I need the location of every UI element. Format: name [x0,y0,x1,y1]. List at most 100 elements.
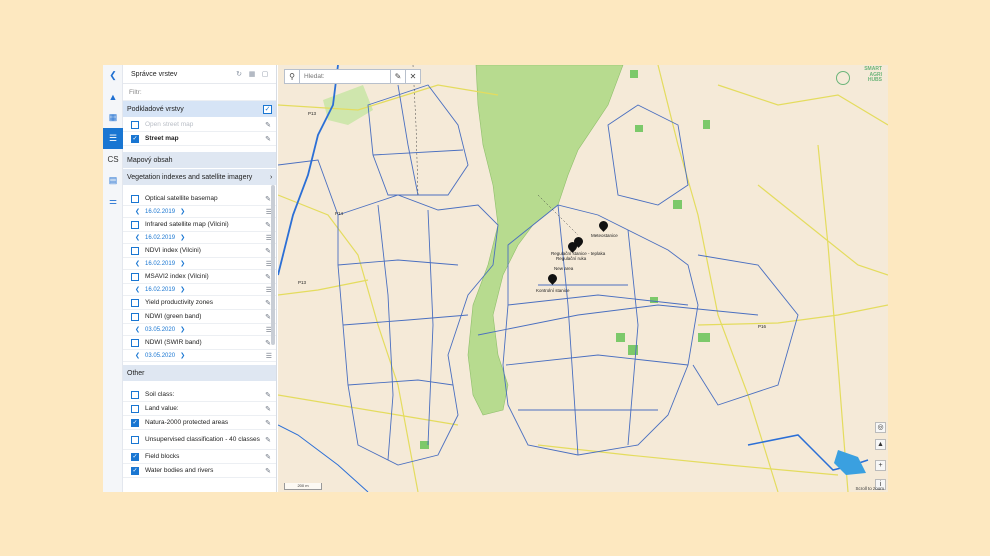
road-label: P13 [298,280,307,285]
pen-icon[interactable]: ✎ [390,69,405,84]
layer-row[interactable]: ✓ Field blocks ✎ [123,450,276,464]
map-label: New area [554,266,574,271]
print-icon[interactable]: ▦ [103,107,123,128]
chevron-left-icon[interactable]: ❮ [135,352,140,359]
date-selector[interactable]: ❮ 16.02.2019 ❯ ☰ [123,284,276,296]
app-window: ❮ ▲ ▦ ☰ CS ▤ ⚌ Správce vrstev ↻ ▦ ▢ Filt… [103,65,888,492]
road-label: P14 [335,211,344,216]
chevron-right-icon[interactable]: ❯ [180,286,185,293]
grid-icon[interactable]: ▦ [247,70,257,78]
edit-icon[interactable]: ✎ [264,419,272,427]
map-canvas[interactable]: Meteostanice Regulační stanice - teplaka… [278,65,888,492]
layer-manager-panel: Správce vrstev ↻ ▦ ▢ Filtr: Podkladové v… [123,65,277,492]
edit-icon[interactable]: ✎ [264,405,272,413]
date-selector[interactable]: ❮ 03.05.2020 ❯ ☰ [123,350,276,362]
layer-row[interactable]: Yield productivity zones ✎ [123,296,276,310]
map-search: ⚲ ✎ ✕ [284,69,421,84]
chevron-right-icon: › [270,173,273,181]
date-selector[interactable]: ❮ 16.02.2019 ❯ ☰ [123,206,276,218]
panel-title: Správce vrstev [131,70,178,78]
chevron-left-icon[interactable]: ❮ [135,286,140,293]
layer-row[interactable]: Land value: ✎ [123,402,276,416]
refresh-icon[interactable]: ↻ [234,70,244,78]
layer-checkbox[interactable] [131,404,139,413]
layer-row[interactable]: NDWI (green band) ✎ [123,310,276,324]
layer-row[interactable]: NDVI index (Vilcini) ✎ [123,244,276,258]
measure-icon[interactable]: ▲ [103,86,123,107]
tool-rail: ❮ ▲ ▦ ☰ CS ▤ ⚌ [103,65,123,492]
menu-icon[interactable]: ⚌ [103,191,123,212]
layers-icon[interactable]: ☰ [103,128,123,149]
section-other[interactable]: Other [123,365,276,382]
layer-row[interactable]: ✓ Water bodies and rivers ✎ [123,464,276,478]
language-button[interactable]: CS [103,149,123,170]
layer-checkbox[interactable] [131,194,139,203]
chevron-left-icon[interactable]: ❮ [135,208,140,215]
brand-logo: SMART AGRI HUBS [832,66,882,93]
edit-icon[interactable]: ✎ [264,453,272,461]
layer-row[interactable]: Unsupervised classification - 40 classes… [123,430,276,450]
layer-row[interactable]: ✓ Street map ✎ [123,132,276,146]
layer-checkbox[interactable]: ✓ [131,418,139,427]
section-vegetation[interactable]: Vegetation indexes and satellite imagery… [123,169,276,186]
chevron-right-icon[interactable]: ❯ [180,260,185,267]
edit-icon[interactable]: ✎ [264,467,272,475]
collapse-chevron-icon[interactable]: ❮ [103,65,123,86]
layer-row[interactable]: NDWI (SWIR band) ✎ [123,336,276,350]
layer-row[interactable]: Optical satellite basemap ✎ [123,192,276,206]
layer-row[interactable]: Open street map ✎ [123,118,276,132]
layer-checkbox[interactable] [131,298,139,307]
layer-checkbox[interactable] [131,246,139,255]
section-base-layers[interactable]: Podkladové vrstvy ✓ [123,101,276,118]
date-selector[interactable]: ❮ 16.02.2019 ❯ ☰ [123,232,276,244]
panel-header: Správce vrstev ↻ ▦ ▢ [123,65,276,84]
layer-row[interactable]: Infrared satellite map (Vilcini) ✎ [123,218,276,232]
edit-icon[interactable]: ✎ [264,121,272,129]
layer-row[interactable]: ✓ Natura-2000 protected areas ✎ [123,416,276,430]
date-selector[interactable]: ❮ 03.05.2020 ❯ ☰ [123,324,276,336]
search-input[interactable] [300,70,390,83]
map-label: Meteostanice [591,233,618,238]
layer-checkbox[interactable] [131,390,139,399]
export-icon[interactable]: ▢ [260,70,270,78]
scale-bar: 200 m [284,483,322,490]
layer-checkbox[interactable] [131,120,139,129]
map-label: Regulační ruka [556,256,587,261]
layer-checkbox[interactable] [131,338,139,347]
map-graphic [278,65,888,492]
map-label: Kontrolní stanice [536,288,570,293]
section-map-content[interactable]: Mapový obsah [123,152,276,169]
layer-checkbox[interactable] [131,435,139,444]
edit-icon[interactable]: ✎ [264,436,272,444]
zoom-in-icon[interactable]: + [875,460,886,471]
list-icon[interactable]: ☰ [266,352,272,360]
locate-icon[interactable]: ◎ [875,422,886,433]
panel-scrollbar[interactable] [271,185,275,345]
check-icon[interactable]: ✓ [263,104,272,114]
compass-icon[interactable]: ▲ [875,439,886,450]
layer-checkbox[interactable]: ✓ [131,452,139,461]
layer-checkbox[interactable] [131,272,139,281]
chevron-right-icon[interactable]: ❯ [180,326,185,333]
layer-checkbox[interactable]: ✓ [131,466,139,475]
layer-row[interactable]: MSAVI2 index (Vilcini) ✎ [123,270,276,284]
legend-icon[interactable]: ▤ [103,170,123,191]
edit-icon[interactable]: ✎ [264,135,272,143]
map-attribution: Scroll to zoom [855,486,884,491]
chevron-left-icon[interactable]: ❮ [135,326,140,333]
layer-checkbox[interactable] [131,220,139,229]
layer-row[interactable]: Soil class: ✎ [123,388,276,402]
chevron-left-icon[interactable]: ❮ [135,234,140,241]
close-icon[interactable]: ✕ [405,69,420,84]
chevron-right-icon[interactable]: ❯ [180,234,185,241]
search-icon[interactable]: ⚲ [285,69,300,84]
layer-checkbox[interactable] [131,312,139,321]
chevron-right-icon[interactable]: ❯ [180,352,185,359]
leaf-logo-icon [836,71,850,85]
chevron-right-icon[interactable]: ❯ [180,208,185,215]
layer-checkbox[interactable]: ✓ [131,134,139,143]
chevron-left-icon[interactable]: ❮ [135,260,140,267]
filter-input[interactable]: Filtr: [123,84,276,101]
edit-icon[interactable]: ✎ [264,391,272,399]
date-selector[interactable]: ❮ 16.02.2019 ❯ ☰ [123,258,276,270]
